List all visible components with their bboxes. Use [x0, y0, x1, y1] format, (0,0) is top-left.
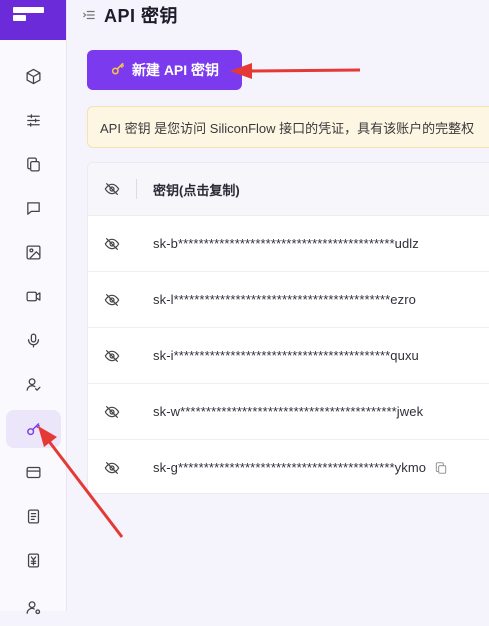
copy-key-icon[interactable]	[434, 461, 448, 475]
column-divider	[136, 179, 137, 199]
yuan-icon	[27, 552, 40, 568]
document-icon	[27, 508, 40, 524]
notice-text: API 密钥 是您访问 SiliconFlow 接口的凭证，具有该账户的完整权	[100, 120, 475, 136]
main-content: API 密钥 新建 API 密钥 API 密钥 是您访问 SiliconFlow…	[66, 0, 489, 611]
eye-off-icon	[104, 461, 120, 474]
image-icon	[26, 244, 41, 260]
table-row: sk-w************************************…	[88, 384, 489, 440]
api-key-table: 密钥(点击复制) sk-b***************************…	[87, 162, 489, 494]
sidebar-item-account[interactable]	[6, 365, 61, 403]
eye-off-icon	[104, 237, 120, 250]
toggle-visibility[interactable]	[88, 460, 136, 476]
sidebar-item-docs[interactable]	[6, 497, 61, 535]
sidebar-item-models[interactable]	[6, 57, 61, 95]
sidebar-item-pricing[interactable]	[6, 541, 61, 579]
eye-off-icon	[104, 183, 120, 195]
sidebar	[0, 0, 67, 614]
logo[interactable]	[0, 0, 66, 40]
table-header: 密钥(点击复制)	[88, 163, 489, 216]
user-check-icon	[26, 377, 41, 391]
page-title: API 密钥	[104, 6, 179, 26]
copy-icon	[27, 156, 40, 172]
info-notice: API 密钥 是您访问 SiliconFlow 接口的凭证，具有该账户的完整权	[87, 106, 489, 148]
toggle-visibility[interactable]	[88, 404, 136, 420]
sidebar-item-audio[interactable]	[6, 321, 61, 359]
key-icon	[110, 61, 126, 80]
table-row: sk-b************************************…	[88, 216, 489, 272]
sidebar-item-video[interactable]	[6, 277, 61, 315]
sidebar-item-settings[interactable]	[6, 588, 61, 626]
credit-card-icon	[26, 466, 41, 478]
new-api-key-label: 新建 API 密钥	[131, 62, 220, 78]
toggle-visibility[interactable]	[88, 348, 136, 364]
video-icon	[26, 291, 41, 301]
microphone-icon	[27, 332, 40, 348]
sidebar-item-chat[interactable]	[6, 189, 61, 227]
sidebar-item-playground[interactable]	[6, 101, 61, 139]
table-row: sk-i************************************…	[88, 328, 489, 384]
toggle-visibility[interactable]	[88, 292, 136, 308]
user-settings-icon	[26, 600, 41, 614]
table-row: sk-l************************************…	[88, 272, 489, 328]
api-key-value[interactable]: sk-b************************************…	[153, 236, 419, 251]
sliders-icon	[27, 113, 40, 127]
sidebar-item-image[interactable]	[6, 233, 61, 271]
table-row: sk-g************************************…	[88, 440, 489, 495]
api-key-value[interactable]: sk-i************************************…	[153, 348, 419, 363]
eye-off-icon	[104, 405, 120, 418]
api-key-value[interactable]: sk-l************************************…	[153, 292, 416, 307]
collapse-menu-icon[interactable]	[82, 8, 96, 22]
sidebar-item-billing[interactable]	[6, 453, 61, 491]
new-api-key-button[interactable]: 新建 API 密钥	[87, 50, 242, 90]
api-key-value[interactable]: sk-w************************************…	[153, 404, 423, 419]
cube-icon	[26, 68, 41, 84]
eye-off-icon	[104, 293, 120, 306]
sidebar-item-api-keys[interactable]	[6, 410, 61, 448]
key-icon	[27, 422, 40, 435]
toggle-visibility-all[interactable]	[88, 181, 136, 197]
eye-off-icon	[104, 349, 120, 362]
column-header-key: 密钥(点击复制)	[153, 182, 240, 198]
toggle-visibility[interactable]	[88, 236, 136, 252]
header: API 密钥	[82, 4, 178, 26]
api-key-value[interactable]: sk-g************************************…	[153, 460, 426, 475]
sidebar-item-batch[interactable]	[6, 145, 61, 183]
chat-icon	[27, 201, 40, 215]
